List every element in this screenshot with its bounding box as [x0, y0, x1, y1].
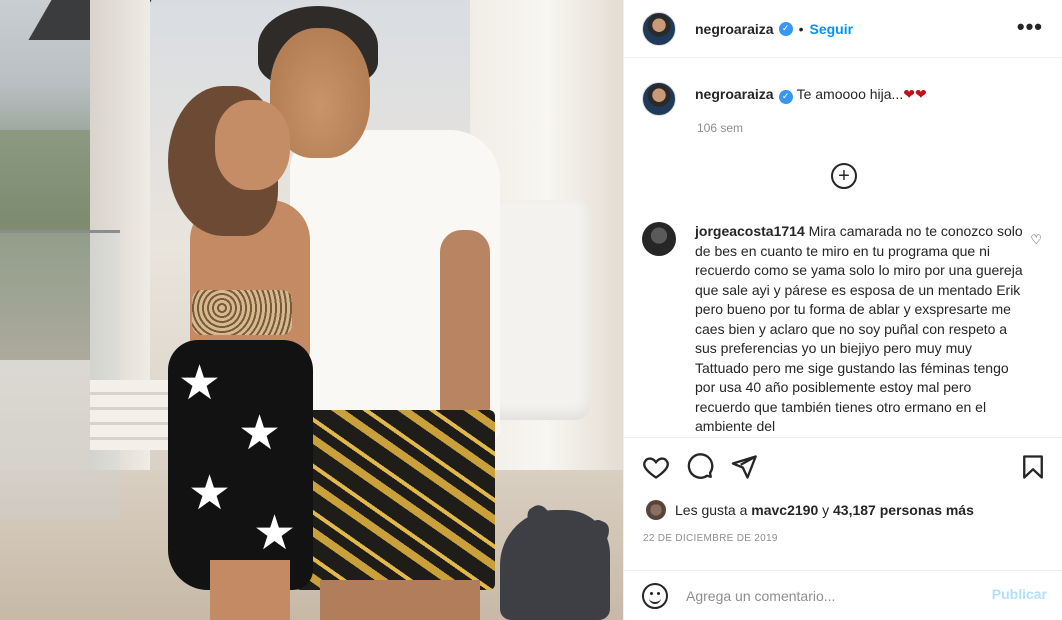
comment-bubble-icon[interactable] — [686, 453, 714, 481]
heart-emoji: ❤❤ — [903, 86, 927, 102]
separator-dot: • — [798, 20, 804, 37]
comment-text: Mira camarada no te conozco solo de bes … — [695, 223, 1023, 434]
author-username[interactable]: negroaraiza — [695, 21, 774, 37]
photo-glass-railing — [0, 230, 120, 520]
post-date[interactable]: 22 DE DICIEMBRE DE 2019 — [643, 533, 778, 544]
star-pattern: ★ — [188, 467, 232, 520]
photo-woman-face — [215, 100, 290, 190]
comment-item: jorgeacosta1714 Mira camarada no te cono… — [642, 222, 1052, 436]
likes-connector: y — [822, 502, 830, 518]
action-icons-row — [642, 453, 1047, 483]
commenter-username[interactable]: jorgeacosta1714 — [695, 223, 805, 239]
likes-prefix: Les gusta a — [675, 502, 748, 518]
star-pattern: ★ — [178, 357, 222, 410]
author-avatar[interactable] — [642, 11, 676, 46]
photo-woman-skirt: ★ ★ ★ ★ — [168, 340, 313, 590]
more-options-icon[interactable]: ••• — [1017, 14, 1043, 40]
comment-like-heart-icon[interactable]: ♡ — [1030, 232, 1042, 248]
bookmark-icon[interactable] — [1019, 453, 1047, 481]
comment-input[interactable] — [686, 587, 986, 604]
caption: negroaraiza ✓ Te amoooo hija...❤❤ — [642, 78, 1052, 116]
actions-section: Les gusta a mavc2190 y 43,187 personas m… — [624, 437, 1062, 570]
publish-button[interactable]: Publicar — [992, 586, 1047, 602]
heart-icon[interactable] — [642, 453, 670, 481]
follow-button[interactable]: Seguir — [810, 21, 854, 37]
caption-avatar[interactable] — [642, 82, 676, 116]
photo-man-arm — [440, 230, 490, 430]
caption-username[interactable]: negroaraiza — [695, 86, 774, 102]
load-more-comments-button[interactable]: + — [831, 163, 857, 189]
smiley-icon[interactable] — [642, 582, 668, 609]
photo-cushions — [90, 380, 180, 450]
photo-woman-top — [192, 290, 292, 335]
liker-username[interactable]: mavc2190 — [751, 502, 818, 518]
star-pattern: ★ — [238, 407, 282, 460]
photo-man-legs — [320, 580, 480, 620]
photo-dog — [500, 510, 610, 620]
caption-text: Te amoooo hija... — [796, 86, 904, 102]
photo-man-shorts — [295, 410, 495, 590]
caption-timestamp[interactable]: 106 sem — [697, 121, 743, 135]
commenter-avatar[interactable] — [642, 222, 676, 256]
send-icon[interactable] — [730, 453, 758, 481]
post-photo[interactable]: ★ ★ ★ ★ — [0, 0, 623, 620]
liker-avatar — [646, 500, 666, 520]
post-header: negroaraiza ✓ • Seguir ••• — [624, 0, 1062, 58]
verified-badge-icon: ✓ — [778, 21, 793, 36]
star-pattern: ★ — [253, 507, 297, 560]
photo-woman-legs — [210, 560, 290, 620]
likes-count[interactable]: 43,187 personas más — [833, 502, 974, 518]
verified-badge-icon: ✓ — [778, 89, 793, 104]
likes-summary[interactable]: Les gusta a mavc2190 y 43,187 personas m… — [646, 500, 974, 520]
add-comment-bar: Publicar — [624, 570, 1062, 620]
post-side-panel: negroaraiza ✓ • Seguir ••• negroaraiza ✓ T… — [623, 0, 1062, 620]
